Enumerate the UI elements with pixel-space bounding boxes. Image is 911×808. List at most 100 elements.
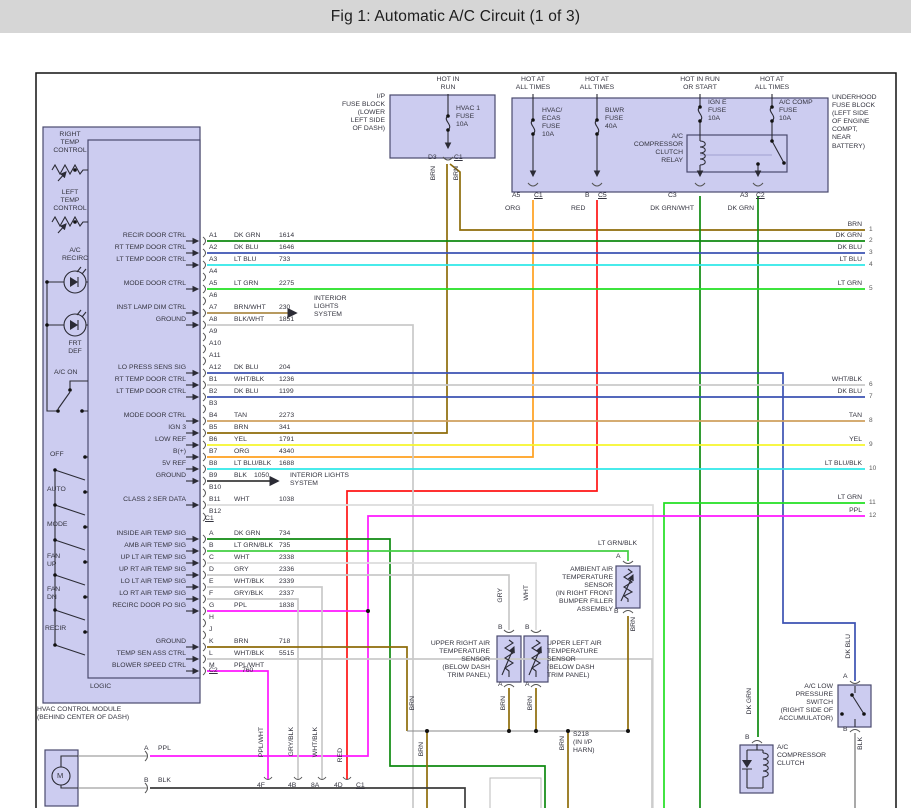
pin-id: B1 [209,376,234,384]
vert-label-gry-blk: GRY/BLK [288,727,296,756]
pin-circuit-number: 734 [279,530,290,538]
module-pin-label-B5: IGN 3 [58,424,186,432]
pin-wire-color: ORG [234,448,279,456]
pin-wire-color: GRY [234,566,279,574]
edge-wire-label-2: DK GRN [798,232,862,240]
module-pin-label-M: BLOWER SPEED CTRL [58,662,186,670]
pin-row-pins_b-B10: B10 [209,484,279,492]
pin-wire-color: LT GRN [234,280,279,288]
vert-label-wht: WHT [523,585,531,600]
pin-row-pins_b-B3: B3 [209,400,279,408]
right-temp-control-label: RIGHT TEMP CONTROL [46,131,94,155]
pin-row-pins_a-A3: A3LT BLU733 [209,256,290,264]
edge-wire-label-1: BRN [798,221,862,229]
conn-c1-label-2: C1 [534,192,543,200]
pin-id: B12 [209,508,234,516]
module-pin-label-A: INSIDE AIR TEMP SIG [58,530,186,538]
pin-id: B3 [209,400,234,408]
pin-circuit-number: 1614 [279,232,294,240]
cav-4d-label: 4D [334,782,343,790]
pin-row-pins_c-D: DGRY2336 [209,566,294,574]
pin-circuit-number: 735 [279,542,290,550]
edge-wire-number-7: 7 [869,393,873,401]
pin-wire-color: WHT/BLK [234,650,279,658]
pin-row-pins_c-H: H [209,614,279,622]
pin-wire-color [234,328,279,336]
ult-pin-b: B [525,624,530,632]
ip-fuse-block-label: I/P FUSE BLOCK (LOWER LEFT SIDE OF DASH) [305,93,385,133]
module-pin-label-B7: B(+) [58,448,186,456]
module-pin-label-A8: GROUND [58,316,186,324]
module-pin-label-F: LO RT AIR TEMP SIG [58,590,186,598]
switch-recir-label: RECIR [45,625,66,633]
vert-label-brn-urt: BRN [500,696,508,710]
pin-row-pins_c-L: LWHT/BLK5515 [209,650,294,658]
pin-c3-label: C3 [668,192,677,200]
pin-wire-color: WHT [234,496,279,504]
pin-circuit-number: 1838 [279,602,294,610]
pin-circuit-number: 1236 [279,376,294,384]
pin-row-pins_c-J: J [209,626,279,634]
pin-id: J [209,626,234,634]
pin-id: D [209,566,234,574]
pin-id: A10 [209,340,234,348]
pin-id: A2 [209,244,234,252]
pin-row-pins_b-B1: B1WHT/BLK1236 [209,376,294,384]
hvac1-fuse-label: HVAC 1 FUSE 10A [456,105,480,129]
module-pin-label-B11: CLASS 2 SER DATA [58,496,186,504]
vert-label-ppl-wht: PPL/WHT [258,727,266,757]
interior-lights-label-2: INTERIOR LIGHTS SYSTEM [290,472,349,488]
edge-wire-number-1: 1 [869,226,873,234]
vert-label-gry: GRY [497,588,505,603]
pin-row-pins_a-A1: A1DK GRN1614 [209,232,294,240]
pin-id: B5 [209,424,234,432]
module-pin-label-K: GROUND [58,638,186,646]
module-pin-label-A12: LO PRESS SENS SIG [58,364,186,372]
relay-label: A/C COMPRESSOR CLUTCH RELAY [621,133,683,165]
blower-pin-a: A [144,745,149,753]
module-pin-label-B2: LT TEMP DOOR CTRL [58,388,186,396]
edge-wire-label-12: PPL [798,507,862,515]
module-pin-label-A7: INST LAMP DIM CTRL [58,304,186,312]
pin-wire-color [234,340,279,348]
pin-id: B9 [209,472,234,480]
module-pin-label-C: UP LT AIR TEMP SIG [58,554,186,562]
pin-id: M [209,662,234,670]
pin-a3-label: A3 [740,192,748,200]
module-pin-label-A3: LT TEMP DOOR CTRL [58,256,186,264]
edge-wire-number-5: 5 [869,285,873,293]
diagram-stage: HOT IN RUN HOT AT ALL TIMES HOT AT ALL T… [0,0,911,808]
pin-wire-color: BRN/WHT [234,304,279,312]
edge-wire-number-11: 11 [869,499,876,507]
pin-circuit-number: 1646 [279,244,294,252]
pin-row-pins_b-B12: B12 [209,508,279,516]
pin-id: B10 [209,484,234,492]
pin-id: A7 [209,304,234,312]
pin-id: L [209,650,234,658]
pin-circuit-number: 230 [279,304,290,312]
pin-id: A8 [209,316,234,324]
pin-circuit-number: 1688 [279,460,294,468]
vert-label-dk-blu: DK BLU [845,634,853,659]
pin-row-pins_c-M: MPPL/WHT [209,662,279,670]
pin-id: B7 [209,448,234,456]
vert-label-brn-amb: BRN [630,617,638,631]
press-pin-b: B [843,726,848,734]
pin-row-pins_a-A8: A8BLK/WHT1851 [209,316,294,324]
edge-wire-number-12: 12 [869,512,876,520]
conn-c5-label: C5 [598,192,607,200]
pin-circuit-number: 2338 [279,554,294,562]
pin-id: E [209,578,234,586]
pin-wire-color: WHT/BLK [234,376,279,384]
module-pin-label-A1: RECIR DOOR CTRL [58,232,186,240]
pin-row-pins_a-A11: A11 [209,352,279,360]
pin-row-pins_c-F: FGRY/BLK2337 [209,590,294,598]
wire-label-dk-grn-wht: DK GRN/WHT [634,205,694,213]
power-label-hot-in-run: HOT IN RUN [425,76,471,92]
pin-wire-color [234,268,279,276]
module-pin-label-A5: MODE DOOR CTRL [58,280,186,288]
blower-wire-a: PPL [158,745,171,753]
wire-c-m-blower [207,671,268,779]
pin-row-pins_c-B: BLT GRN/BLK735 [209,542,290,550]
pin-wire-color: DK BLU [234,364,279,372]
